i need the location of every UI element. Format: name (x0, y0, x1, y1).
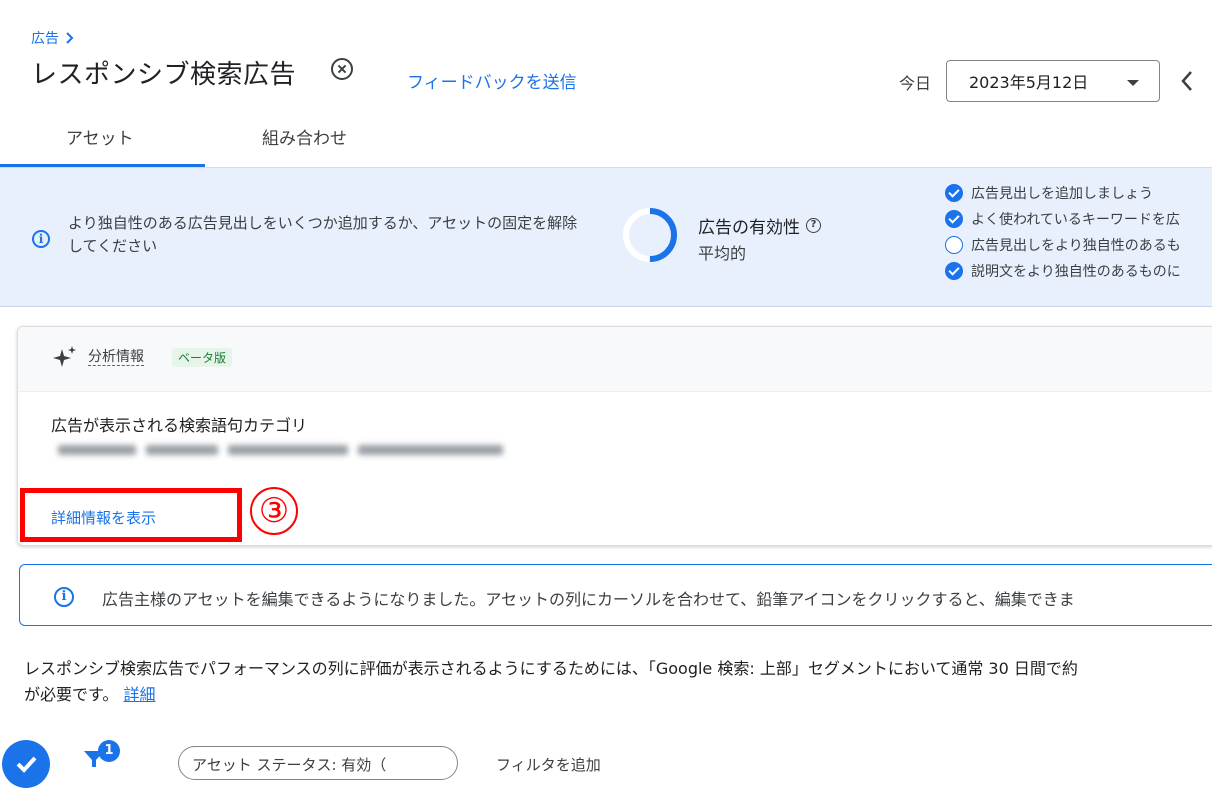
highlight-annotation (20, 488, 242, 542)
info-icon: i (32, 230, 50, 248)
checklist-text: 広告見出しを追加しましょう (971, 186, 1153, 202)
add-filter-button[interactable]: フィルタを追加 (496, 754, 601, 775)
notice-text: 広告主様のアセットを編集できるようになりました。アセットの列にカーソルを合わせて… (102, 590, 1075, 609)
check-circle-icon (945, 262, 963, 280)
banner-message: より独自性のある広告見出しをいくつか追加するか、アセットの固定を解除してください (68, 214, 578, 255)
check-circle-icon (945, 210, 963, 228)
step-number-marker: ③ (250, 487, 298, 535)
rating-requirement-note: レスポンシブ検索広告でパフォーマンスの列に評価が表示されるようにするためには、「… (24, 656, 1212, 708)
checklist-text: よく使われているキーワードを広 (971, 212, 1180, 228)
close-icon[interactable] (331, 58, 353, 80)
edit-fab-button[interactable] (2, 740, 50, 788)
rating-note-line2: が必要です。 (24, 685, 119, 704)
empty-circle-icon (945, 236, 963, 254)
tab-assets[interactable]: アセット (66, 124, 134, 149)
page-title: レスポンシブ検索広告 (31, 60, 297, 90)
info-icon: i (54, 587, 74, 607)
feedback-link[interactable]: フィードバックを送信 (407, 68, 577, 93)
breadcrumb-link[interactable]: 広告 (31, 28, 59, 48)
check-icon (16, 756, 37, 773)
dropdown-arrow-icon (1127, 80, 1139, 86)
ad-strength-value: 平均的 (698, 244, 747, 263)
strength-checklist: 広告見出しを追加しましょう よく使われているキーワードを広 広告見出しをより独自… (945, 180, 1181, 284)
checklist-item[interactable]: 広告見出しをより独自性のあるも (945, 232, 1181, 258)
search-category-heading: 広告が表示される検索語句カテゴリ (51, 416, 308, 435)
checklist-item[interactable]: 説明文をより独自性のあるものに (945, 258, 1181, 284)
sparkle-icon (53, 346, 76, 367)
help-icon[interactable]: ? (806, 218, 821, 233)
details-link[interactable]: 詳細 (124, 685, 156, 704)
breadcrumb[interactable]: 広告 (31, 28, 75, 48)
rating-note-line1: レスポンシブ検索広告でパフォーマンスの列に評価が表示されるようにするためには、「… (24, 659, 1078, 678)
check-circle-icon (945, 184, 963, 202)
beta-badge: ベータ版 (172, 348, 233, 367)
filter-chip-text: アセット ステータス: 有効（ (192, 756, 387, 774)
date-value: 2023年5月12日 (969, 73, 1089, 92)
ad-strength-ring (623, 208, 677, 262)
insights-label[interactable]: 分析情報 (88, 349, 144, 366)
ad-strength-title: 広告の有効性 ? (698, 213, 821, 238)
blurred-search-terms (58, 445, 503, 455)
chevron-right-icon (66, 32, 74, 44)
checklist-item[interactable]: 広告見出しを追加しましょう (945, 180, 1181, 206)
date-range-select[interactable]: 2023年5月12日 (946, 60, 1160, 102)
filter-count-badge: 1 (98, 740, 120, 762)
checklist-text: 広告見出しをより独自性のあるも (971, 238, 1181, 254)
checklist-text: 説明文をより独自性のあるものに (971, 264, 1181, 280)
tab-combinations[interactable]: 組み合わせ (262, 124, 347, 149)
checklist-item[interactable]: よく使われているキーワードを広 (945, 206, 1181, 232)
today-label: 今日 (899, 74, 932, 93)
ad-strength-label: 広告の有効性 (698, 218, 800, 238)
edit-assets-notice: i 広告主様のアセットを編集できるようになりました。アセットの列にカーソルを合わ… (19, 564, 1212, 626)
chevron-left-icon[interactable] (1175, 66, 1199, 96)
